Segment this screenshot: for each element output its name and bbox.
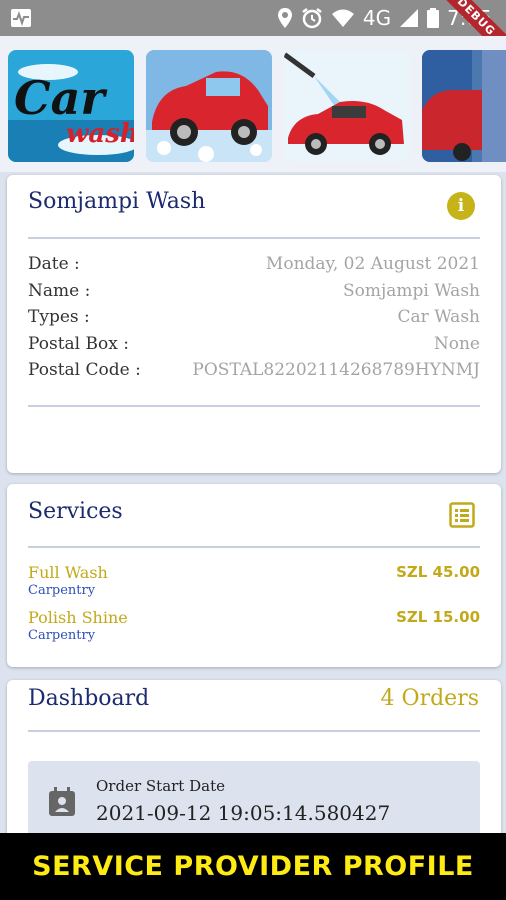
image-gallery[interactable]: Car wash xyxy=(0,36,506,172)
info-row-postal-code: Postal Code : POSTAL82202114268789HYNMJ xyxy=(28,360,480,386)
bottom-banner: SERVICE PROVIDER PROFILE xyxy=(0,833,506,900)
status-bar: 4G 7:05 DEBUG xyxy=(0,0,506,66)
row-value: Monday, 02 August 2021 xyxy=(265,254,480,274)
info-icon[interactable]: i xyxy=(447,192,475,220)
orders-count[interactable]: 4 Orders xyxy=(381,686,479,711)
info-row-date: Date : Monday, 02 August 2021 xyxy=(28,254,480,280)
row-label: Postal Code : xyxy=(28,360,141,380)
service-item[interactable]: Polish Shine Carpentry SZL 15.00 xyxy=(28,608,480,643)
car-wash-logo-image[interactable]: Car wash xyxy=(8,50,134,162)
list-icon[interactable] xyxy=(449,502,475,528)
services-title: Services xyxy=(28,499,123,524)
info-row-name: Name : Somjampi Wash xyxy=(28,281,480,307)
divider xyxy=(28,237,480,239)
row-label: Postal Box : xyxy=(28,334,129,354)
logo-text-wash: wash xyxy=(66,119,134,149)
divider xyxy=(28,546,480,548)
activity-icon xyxy=(11,9,31,27)
car-foam-wash-image[interactable] xyxy=(146,50,272,162)
info-row-postal-box: Postal Box : None xyxy=(28,334,480,360)
service-item[interactable]: Full Wash Carpentry SZL 45.00 xyxy=(28,563,480,598)
row-label: Date : xyxy=(28,254,80,274)
brush-wash-image[interactable] xyxy=(422,50,506,162)
calendar-contact-icon xyxy=(49,787,75,816)
dashboard-title: Dashboard xyxy=(28,686,150,711)
wifi-icon xyxy=(331,9,354,27)
row-value: None xyxy=(433,334,480,354)
logo-text-car: Car xyxy=(14,71,108,125)
info-row-types: Types : Car Wash xyxy=(28,307,480,333)
row-label: Types : xyxy=(28,307,90,327)
row-value: POSTAL82202114268789HYNMJ xyxy=(192,360,480,380)
order-label: Order Start Date xyxy=(96,777,225,795)
service-category: Carpentry xyxy=(28,583,96,598)
profile-title: Somjampi Wash xyxy=(28,189,206,214)
divider xyxy=(28,730,480,732)
network-type: 4G xyxy=(362,6,392,30)
services-card: Services Full Wash Carpentry SZL 45.00 P… xyxy=(7,484,501,667)
signal-icon xyxy=(400,9,419,27)
pressure-wash-image[interactable] xyxy=(284,50,410,162)
battery-icon xyxy=(427,8,440,28)
row-value: Car Wash xyxy=(397,307,480,327)
profile-card: Somjampi Wash i Date : Monday, 02 August… xyxy=(7,175,501,473)
order-value: 2021-09-12 19:05:14.580427 xyxy=(96,801,391,825)
service-price: SZL 15.00 xyxy=(396,608,480,626)
row-value: Somjampi Wash xyxy=(342,281,480,301)
row-label: Name : xyxy=(28,281,91,301)
alarm-icon xyxy=(302,8,322,29)
location-icon xyxy=(277,8,292,28)
service-category: Carpentry xyxy=(28,628,96,643)
divider xyxy=(28,405,480,407)
service-price: SZL 45.00 xyxy=(396,563,480,581)
